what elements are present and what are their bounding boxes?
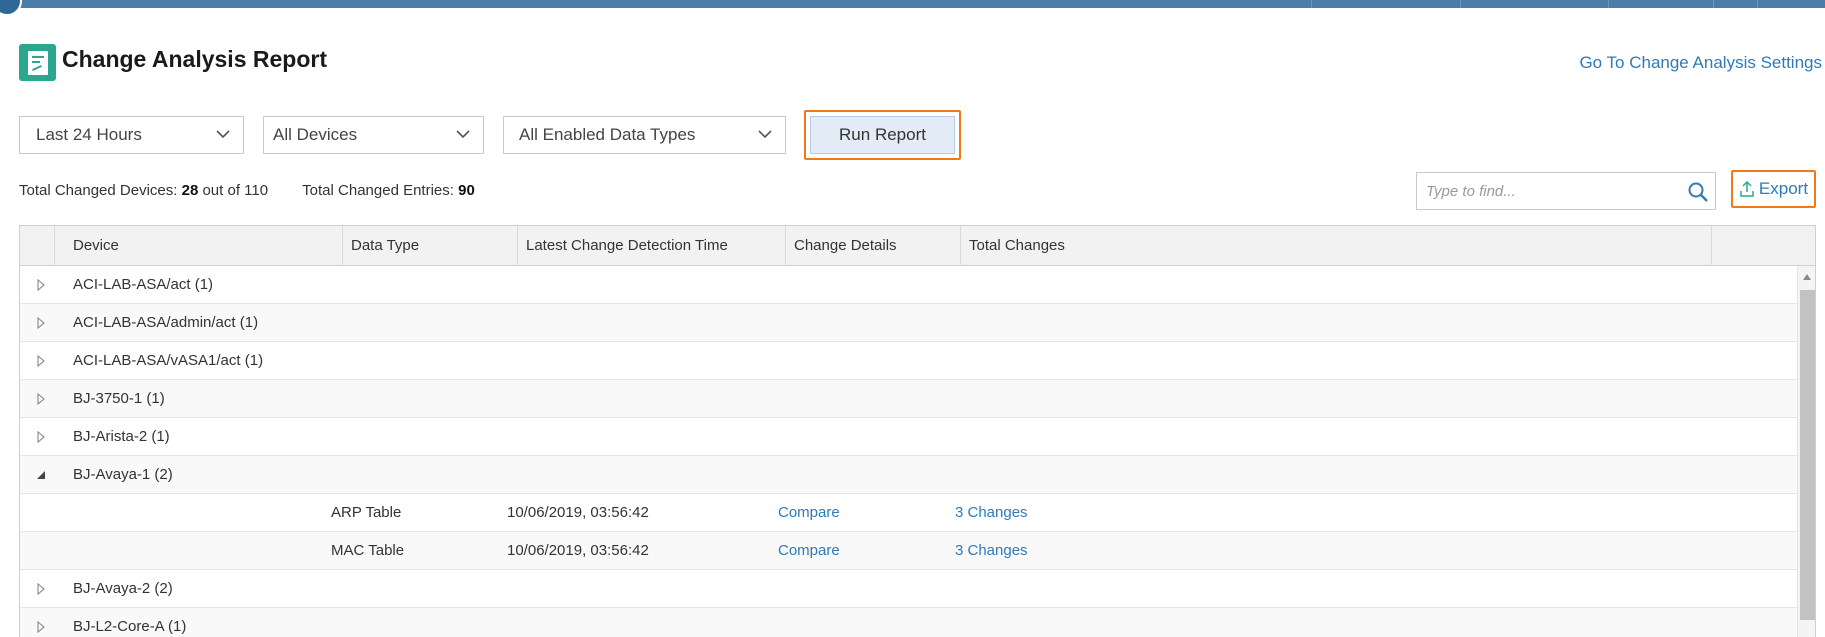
table-body: ACI-LAB-ASA/act (1) ACI-LAB-ASA/admin/ac… [20, 266, 1797, 637]
report-summary: Total Changed Devices: 28 out of 110 Tot… [19, 182, 475, 199]
detail-row: ARP Table 10/06/2019, 03:56:42 Compare 3… [20, 494, 1797, 532]
data-types-value: All Enabled Data Types [519, 125, 696, 144]
device-name: BJ-Arista-2 (1) [73, 428, 170, 445]
chevron-down-icon [758, 130, 772, 139]
device-name: ACI-LAB-ASA/act (1) [73, 276, 214, 293]
changed-entries-label: Total Changed Entries: [302, 182, 454, 199]
devices-select[interactable]: All Devices [263, 116, 484, 154]
expand-triangle-icon[interactable] [36, 317, 46, 329]
changed-devices-count: 28 [181, 182, 199, 199]
expand-triangle-icon[interactable] [36, 355, 46, 367]
find-input[interactable]: Type to find... [1416, 172, 1716, 210]
export-button[interactable]: Export [1731, 170, 1816, 208]
expand-triangle-icon[interactable] [36, 431, 46, 443]
chevron-down-icon [216, 130, 230, 139]
run-report-button[interactable]: Run Report [810, 116, 955, 154]
devices-value: All Devices [273, 125, 358, 144]
table-header: Device Data Type Latest Change Detection… [20, 226, 1815, 266]
expand-triangle-icon[interactable] [36, 583, 46, 595]
topbar-divider [1608, 0, 1609, 8]
detection-time-cell: 10/06/2019, 03:56:42 [507, 504, 649, 521]
device-name: BJ-L2-Core-A (1) [73, 618, 187, 635]
table-row[interactable]: ACI-LAB-ASA/vASA1/act (1) [20, 342, 1797, 380]
device-name: ACI-LAB-ASA/vASA1/act (1) [73, 352, 264, 369]
app-logo-corner[interactable] [0, 0, 22, 16]
device-name: BJ-Avaya-1 (2) [73, 466, 173, 483]
time-range-value: Last 24 Hours [36, 125, 142, 144]
table-row[interactable]: ACI-LAB-ASA/admin/act (1) [20, 304, 1797, 342]
scrollbar-thumb[interactable] [1800, 290, 1815, 620]
search-icon[interactable] [1687, 181, 1709, 203]
total-changes-link[interactable]: 3 Changes [955, 494, 1028, 531]
changed-entries-count: 90 [458, 182, 475, 199]
table-row[interactable]: BJ-3750-1 (1) [20, 380, 1797, 418]
changed-devices-label: Total Changed Devices: [19, 182, 178, 199]
column-header-change-details[interactable]: Change Details [786, 226, 961, 266]
page-title: Change Analysis Report [62, 46, 327, 72]
data-type-cell: MAC Table [331, 542, 405, 559]
expand-triangle-icon[interactable] [36, 621, 46, 633]
compare-link[interactable]: Compare [778, 494, 840, 531]
vertical-scrollbar[interactable] [1797, 266, 1815, 637]
upload-icon [1740, 181, 1754, 197]
compare-link[interactable]: Compare [778, 532, 840, 569]
column-header-data-type[interactable]: Data Type [343, 226, 518, 266]
expand-column-header [20, 226, 55, 266]
data-type-cell: ARP Table [331, 504, 402, 521]
topbar-divider [1460, 0, 1461, 8]
change-analysis-settings-link[interactable]: Go To Change Analysis Settings [1579, 53, 1822, 73]
topbar-divider [1757, 0, 1758, 8]
table-row[interactable]: ACI-LAB-ASA/act (1) [20, 266, 1797, 304]
detection-time-cell: 10/06/2019, 03:56:42 [507, 542, 649, 559]
run-report-highlight: Run Report [804, 110, 961, 160]
column-header-device[interactable]: Device [55, 226, 343, 266]
device-name: BJ-3750-1 (1) [73, 390, 165, 407]
report-icon [19, 44, 56, 81]
change-report-table: Device Data Type Latest Change Detection… [19, 225, 1816, 637]
column-header-total-changes[interactable]: Total Changes [961, 226, 1712, 266]
export-label: Export [1758, 179, 1809, 198]
data-types-select[interactable]: All Enabled Data Types [503, 116, 786, 154]
topbar-divider [1713, 0, 1714, 8]
table-row[interactable]: BJ-Arista-2 (1) [20, 418, 1797, 456]
detail-row: MAC Table 10/06/2019, 03:56:42 Compare 3… [20, 532, 1797, 570]
scroll-up-arrow-icon[interactable] [1802, 273, 1812, 281]
total-changes-link[interactable]: 3 Changes [955, 532, 1028, 569]
topbar-divider [1311, 0, 1312, 8]
expand-triangle-icon[interactable] [36, 393, 46, 405]
collapse-triangle-icon[interactable] [36, 469, 46, 481]
column-header-detection-time[interactable]: Latest Change Detection Time [518, 226, 786, 266]
chevron-down-icon [456, 130, 470, 139]
device-name: ACI-LAB-ASA/admin/act (1) [73, 314, 259, 331]
top-navigation-bar [0, 0, 1825, 8]
table-row[interactable]: BJ-L2-Core-A (1) [20, 608, 1797, 637]
total-devices-text: out of 110 [202, 182, 269, 199]
time-range-select[interactable]: Last 24 Hours [19, 116, 244, 154]
expand-triangle-icon[interactable] [36, 279, 46, 291]
table-row[interactable]: BJ-Avaya-1 (2) [20, 456, 1797, 494]
device-name: BJ-Avaya-2 (2) [73, 580, 173, 597]
find-placeholder: Type to find... [1426, 183, 1516, 200]
table-row[interactable]: BJ-Avaya-2 (2) [20, 570, 1797, 608]
